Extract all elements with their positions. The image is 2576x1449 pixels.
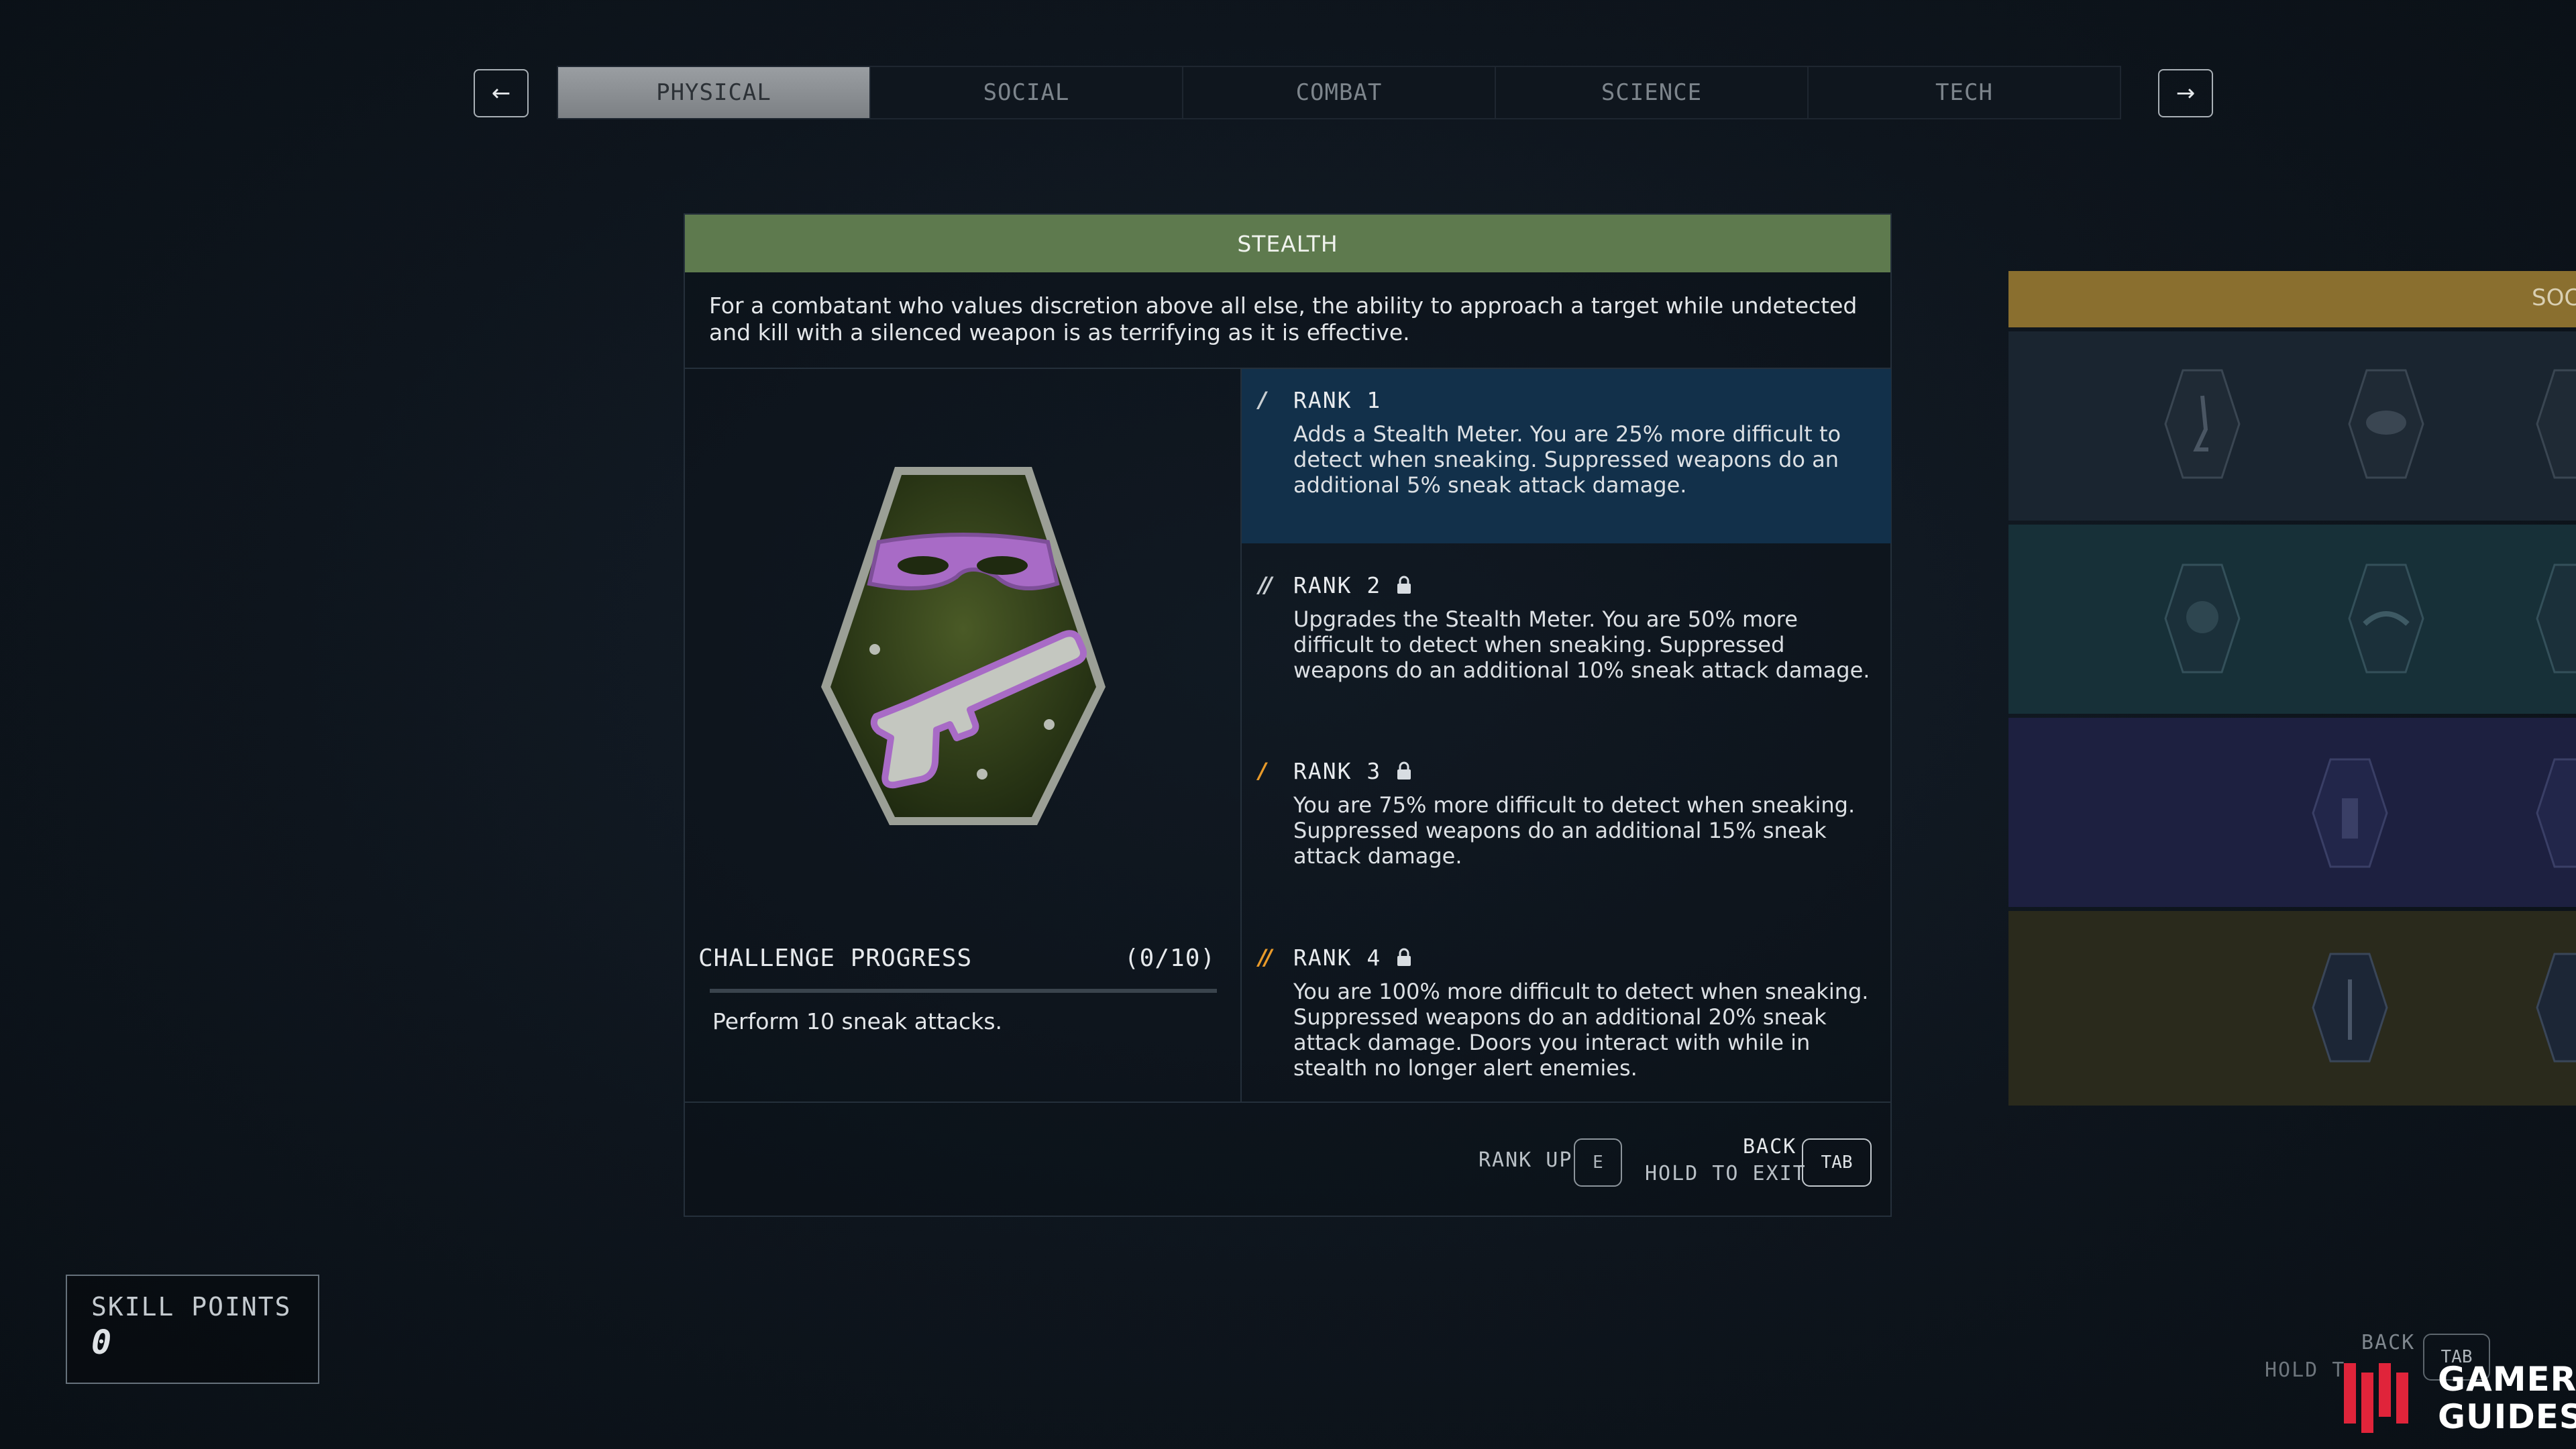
tab-social[interactable]: SOCIAL <box>871 67 1183 118</box>
challenge-progress-title: CHALLENGE PROGRESS <box>698 945 973 972</box>
next-tree-row-1 <box>2008 331 2576 521</box>
skill-slot-icon[interactable] <box>2536 953 2576 1063</box>
masked-pistol-patch-icon <box>821 467 1106 825</box>
skill-slot-icon[interactable] <box>2312 953 2388 1063</box>
rank-4[interactable]: // RANK 4 You are 100% more difficult to… <box>1258 943 1876 1081</box>
back-label: BACK <box>1743 1135 1797 1159</box>
watermark-brand-line1: GAMER <box>2438 1360 2576 1399</box>
next-tree-row-3 <box>2008 718 2576 907</box>
skill-points-label: SKILL POINTS <box>91 1292 292 1322</box>
skill-description: For a combatant who values discretion ab… <box>709 292 1858 345</box>
next-tree-row-2 <box>2008 525 2576 714</box>
next-category-button[interactable]: → <box>2158 69 2213 117</box>
tab-combat[interactable]: COMBAT <box>1183 67 1496 118</box>
arrow-left-icon: ← <box>491 80 511 107</box>
arrow-right-icon: → <box>2176 80 2196 107</box>
tab-tech[interactable]: TECH <box>1809 67 2120 118</box>
skill-slot-icon[interactable] <box>2164 369 2241 479</box>
rank-label: RANK 4 <box>1293 944 1382 971</box>
skill-points-value: 0 <box>91 1323 112 1362</box>
rank-marks: / <box>1258 387 1267 413</box>
skill-slot-icon[interactable] <box>2536 758 2576 868</box>
rank-marks: // <box>1258 945 1272 970</box>
watermark-brand-line2: GUIDES <box>2438 1397 2576 1436</box>
rank-description: Upgrades the Stealth Meter. You are 50% … <box>1293 606 1870 683</box>
next-tree-header <box>2008 271 2576 327</box>
skill-slot-icon[interactable] <box>2536 564 2576 674</box>
category-tabs: PHYSICAL SOCIAL COMBAT SCIENCE TECH <box>557 66 2121 119</box>
rank-description: Adds a Stealth Meter. You are 25% more d… <box>1293 421 1841 498</box>
lock-icon <box>1396 948 1412 967</box>
next-tree-title: SOCI <box>2532 284 2576 311</box>
rank-marks: // <box>1258 572 1272 598</box>
skill-slot-icon[interactable] <box>2348 564 2424 674</box>
rank-description: You are 75% more difficult to detect whe… <box>1293 792 1856 869</box>
rank-up-key[interactable]: E <box>1574 1138 1622 1187</box>
challenge-description: Perform 10 sneak attacks. <box>712 1008 1002 1034</box>
back-key[interactable]: TAB <box>1802 1138 1872 1187</box>
lock-icon <box>1396 576 1412 594</box>
skill-slot-icon[interactable] <box>2164 564 2241 674</box>
lock-icon <box>1396 761 1412 780</box>
challenge-progress-count: (0/10) <box>1124 945 1216 972</box>
rank-3[interactable]: / RANK 3 You are 75% more difficult to d… <box>1258 756 1876 869</box>
skill-slot-icon[interactable] <box>2312 758 2388 868</box>
hold-to-exit-label: HOLD TO EXIT <box>1645 1162 1807 1185</box>
tab-science[interactable]: SCIENCE <box>1496 67 1809 118</box>
previous-category-button[interactable]: ← <box>474 69 529 117</box>
rank-label: RANK 2 <box>1293 572 1382 598</box>
tab-physical[interactable]: PHYSICAL <box>558 67 871 118</box>
rank-marks: / <box>1258 758 1267 784</box>
rank-description: You are 100% more difficult to detect wh… <box>1293 979 1869 1081</box>
skill-title: STEALTH <box>685 215 1890 272</box>
rank-label: RANK 1 <box>1293 386 1382 413</box>
watermark-hold-label: HOLD T <box>2265 1358 2346 1382</box>
challenge-progress-bar <box>710 989 1217 993</box>
skill-slot-icon[interactable] <box>2536 369 2576 479</box>
rank-2[interactable]: // RANK 2 Upgrades the Stealth Meter. Yo… <box>1258 570 1876 684</box>
watermark-brand: GAMER GUIDES <box>2438 1360 2576 1436</box>
rank-label: RANK 3 <box>1293 757 1382 784</box>
next-tree-row-4 <box>2008 911 2576 1106</box>
rank-1[interactable]: / RANK 1 Adds a Stealth Meter. You are 2… <box>1258 385 1876 498</box>
skill-slot-icon[interactable] <box>2348 369 2424 479</box>
rank-up-label: RANK UP <box>1479 1148 1573 1172</box>
gamer-guides-logo-icon <box>2344 1363 2408 1433</box>
divider <box>685 1102 1890 1103</box>
